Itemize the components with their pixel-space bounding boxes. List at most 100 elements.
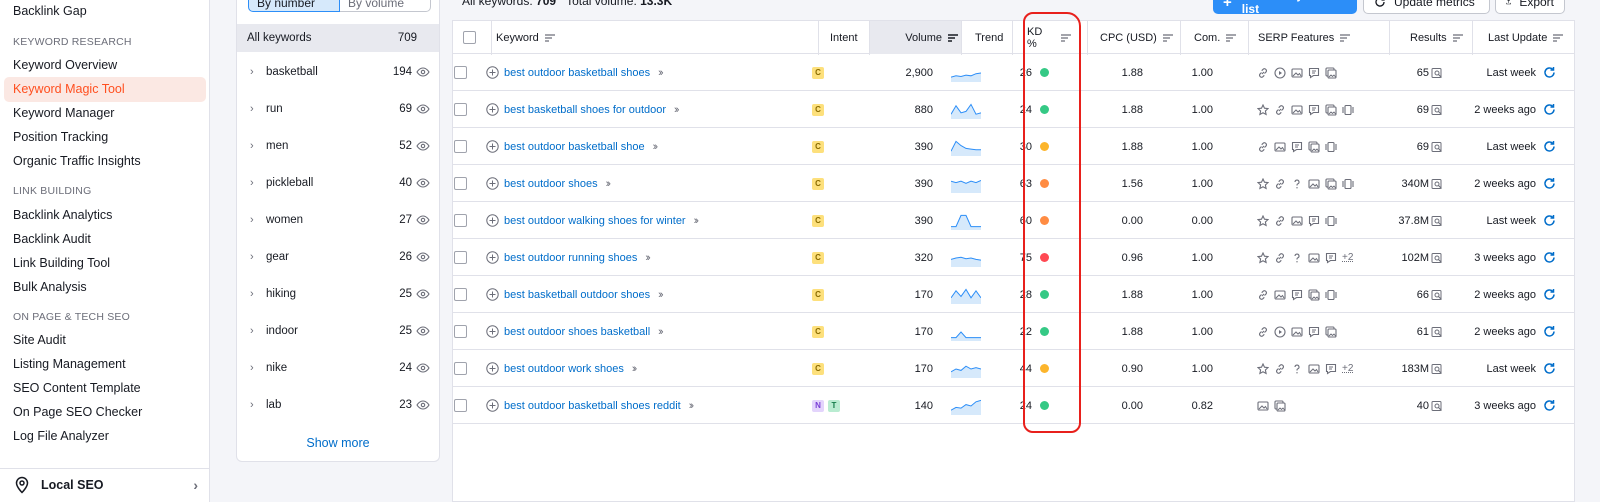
double-chevron-right-icon[interactable]: ›› [658, 289, 664, 301]
double-chevron-right-icon[interactable]: ›› [653, 141, 659, 153]
refresh-icon[interactable] [1543, 66, 1556, 79]
add-keyword-icon[interactable] [486, 362, 499, 375]
add-keyword-icon[interactable] [486, 214, 499, 227]
nav-item-keyword-magic-tool[interactable]: Keyword Magic Tool [4, 77, 206, 102]
group-item[interactable]: › basketball 194 [250, 62, 430, 82]
add-keyword-icon[interactable] [486, 288, 499, 301]
double-chevron-right-icon[interactable]: ›› [632, 363, 638, 375]
group-item[interactable]: › women 27 [250, 210, 430, 230]
row-checkbox[interactable] [454, 214, 467, 227]
group-item[interactable]: › run 69 [250, 99, 430, 119]
chevron-right-icon[interactable]: › [250, 103, 266, 115]
sort-icon[interactable] [1226, 33, 1237, 42]
column-header-volume[interactable]: Volume [870, 21, 958, 54]
refresh-icon[interactable] [1543, 214, 1556, 227]
nav-item-link-building-tool[interactable]: Link Building Tool [13, 256, 110, 270]
group-item[interactable]: › lab 23 [250, 395, 430, 415]
keyword-link[interactable]: best outdoor work shoes [504, 363, 624, 375]
double-chevron-right-icon[interactable]: ›› [658, 67, 664, 79]
serp-preview-icon[interactable] [1431, 104, 1443, 116]
sort-icon[interactable] [1162, 33, 1173, 42]
serp-preview-icon[interactable] [1431, 67, 1443, 79]
serp-preview-icon[interactable] [1431, 363, 1443, 375]
add-keyword-icon[interactable] [486, 103, 499, 116]
row-checkbox[interactable] [454, 177, 467, 190]
column-header-com[interactable]: Com. [1194, 21, 1239, 54]
serp-preview-icon[interactable] [1431, 178, 1443, 190]
eye-icon[interactable] [416, 252, 430, 262]
eye-icon[interactable] [416, 326, 430, 336]
refresh-icon[interactable] [1543, 251, 1556, 264]
nav-item-backlink-audit[interactable]: Backlink Audit [13, 232, 91, 246]
chevron-right-icon[interactable]: › [250, 177, 266, 189]
column-header-trend[interactable]: Trend [975, 21, 1005, 54]
serp-preview-icon[interactable] [1431, 326, 1443, 338]
row-checkbox[interactable] [454, 103, 467, 116]
eye-icon[interactable] [416, 289, 430, 299]
eye-icon[interactable] [416, 363, 430, 373]
refresh-icon[interactable] [1543, 177, 1556, 190]
column-header-intent[interactable]: Intent [830, 21, 870, 54]
add-keyword-icon[interactable] [486, 140, 499, 153]
nav-item-on-page-seo-checker[interactable]: On Page SEO Checker [13, 405, 142, 419]
group-item[interactable]: › men 52 [250, 136, 430, 156]
serp-preview-icon[interactable] [1431, 141, 1443, 153]
keyword-link[interactable]: best outdoor basketball shoes reddit [504, 400, 681, 412]
add-keyword-icon[interactable] [486, 177, 499, 190]
serp-preview-icon[interactable] [1431, 252, 1443, 264]
chevron-right-icon[interactable]: › [250, 399, 266, 411]
row-checkbox[interactable] [454, 399, 467, 412]
keyword-link[interactable]: best basketball outdoor shoes [504, 289, 650, 301]
eye-icon[interactable] [416, 215, 430, 225]
column-header-last-update[interactable]: Last Update [1488, 21, 1568, 54]
keyword-link[interactable]: best outdoor walking shoes for winter [504, 215, 686, 227]
group-item[interactable]: › hiking 25 [250, 284, 430, 304]
nav-item-keyword-overview[interactable]: Keyword Overview [13, 58, 117, 72]
row-checkbox[interactable] [454, 325, 467, 338]
double-chevron-right-icon[interactable]: ›› [674, 104, 680, 116]
eye-icon[interactable] [416, 104, 430, 114]
nav-item-local-seo[interactable]: Local SEO › [13, 472, 198, 498]
select-all-checkbox[interactable] [463, 31, 476, 44]
double-chevron-right-icon[interactable]: ›› [658, 326, 664, 338]
row-checkbox[interactable] [454, 362, 467, 375]
chevron-right-icon[interactable]: › [250, 214, 266, 226]
add-keyword-icon[interactable] [486, 399, 499, 412]
double-chevron-right-icon[interactable]: ›› [645, 252, 651, 264]
serp-preview-icon[interactable] [1431, 289, 1443, 301]
group-item[interactable]: › pickleball 40 [250, 173, 430, 193]
chevron-right-icon[interactable]: › [250, 362, 266, 374]
nav-item-backlink-analytics[interactable]: Backlink Analytics [13, 208, 112, 222]
eye-icon[interactable] [416, 400, 430, 410]
chevron-right-icon[interactable]: › [250, 251, 266, 263]
nav-item-bulk-analysis[interactable]: Bulk Analysis [13, 280, 87, 294]
chevron-right-icon[interactable]: › [250, 66, 266, 78]
tab-by-number[interactable]: By number [248, 0, 340, 12]
refresh-icon[interactable] [1543, 362, 1556, 375]
nav-item-organic-traffic-insights[interactable]: Organic Traffic Insights [13, 154, 141, 168]
row-checkbox[interactable] [454, 288, 467, 301]
row-checkbox[interactable] [454, 140, 467, 153]
nav-item-log-file-analyzer[interactable]: Log File Analyzer [13, 429, 109, 443]
row-checkbox[interactable] [454, 66, 467, 79]
nav-item-listing-management[interactable]: Listing Management [13, 357, 126, 371]
eye-icon[interactable] [416, 141, 430, 151]
more-serp-features[interactable]: +2 [1342, 252, 1353, 263]
keyword-link[interactable]: best outdoor shoes [504, 178, 598, 190]
column-header-keyword[interactable]: Keyword [496, 21, 796, 54]
nav-item-seo-content-template[interactable]: SEO Content Template [13, 381, 141, 395]
serp-preview-icon[interactable] [1431, 400, 1443, 412]
export-button[interactable]: Export [1495, 0, 1565, 14]
sort-icon[interactable] [1340, 33, 1351, 42]
sort-icon[interactable] [1553, 33, 1564, 42]
refresh-icon[interactable] [1543, 325, 1556, 338]
eye-icon[interactable] [416, 178, 430, 188]
show-more-link[interactable]: Show more [236, 436, 440, 450]
more-serp-features[interactable]: +2 [1342, 363, 1353, 374]
column-header-cpc-usd[interactable]: CPC (USD) [1100, 21, 1180, 54]
update-metrics-button[interactable]: Update metrics [1363, 0, 1490, 14]
nav-item-position-tracking[interactable]: Position Tracking [13, 130, 108, 144]
sort-icon[interactable] [544, 33, 555, 42]
keyword-link[interactable]: best outdoor basketball shoes [504, 67, 650, 79]
chevron-right-icon[interactable]: › [250, 325, 266, 337]
